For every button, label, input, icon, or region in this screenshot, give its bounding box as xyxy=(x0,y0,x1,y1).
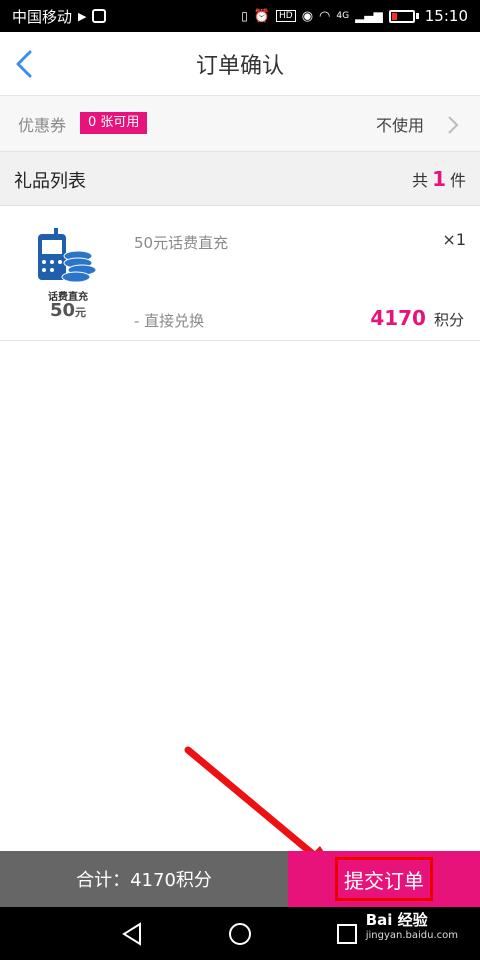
watermark-url: jingyan.baidu.com xyxy=(365,930,458,941)
status-bar: 中国移动 ▶ ▯ ⏰ HD ◉ ◠ 4G ▂▄▆ 15:10 xyxy=(0,0,480,32)
page-title: 订单确认 xyxy=(195,54,284,79)
gift-count-prefix: 共 xyxy=(412,171,429,190)
carrier-label: 中国移动 xyxy=(12,7,73,26)
gift-count: 共1件 xyxy=(412,167,466,191)
order-total: 合计：4170积分 xyxy=(0,851,288,907)
submit-order-button[interactable]: 提交订单 xyxy=(335,857,433,901)
clock: 15:10 xyxy=(424,7,468,25)
nav-back-icon[interactable] xyxy=(118,919,148,949)
alarm-icon: ⏰ xyxy=(253,8,270,24)
network-type-label: 4G xyxy=(336,11,350,21)
thumbnail-amount-value: 50 xyxy=(49,300,76,321)
baidu-jingyan-watermark: Bai 经验 jingyan.baidu.com xyxy=(366,909,458,941)
gift-list-header: 礼品列表 共1件 xyxy=(0,152,480,206)
nav-home-icon[interactable] xyxy=(225,919,255,949)
wifi-icon: ◠ xyxy=(319,8,331,24)
item-exchange-method: - 直接兑换 xyxy=(134,312,205,330)
watermark-brand: Bai 经验 xyxy=(365,911,428,929)
gift-count-number: 1 xyxy=(432,167,446,191)
submit-area[interactable]: 提交订单 xyxy=(288,851,480,907)
item-name: 50元话费直充 xyxy=(134,234,229,252)
item-quantity: ×1 xyxy=(442,230,466,249)
nav-recents-icon[interactable] xyxy=(332,919,362,949)
header: 订单确认 xyxy=(0,32,480,96)
thumbnail-amount-unit: 元 xyxy=(75,306,87,319)
coupon-available-badge: 0 张可用 xyxy=(80,112,148,134)
vibrate-icon: ▯ xyxy=(241,9,248,23)
app-notification-icon xyxy=(92,9,107,23)
thumbnail-amount: 50元 xyxy=(28,300,108,321)
system-nav-bar: Bai 经验 jingyan.baidu.com xyxy=(0,907,480,960)
item-points: 4170 xyxy=(370,306,426,330)
gift-count-suffix: 件 xyxy=(449,171,466,190)
coupon-value: 不使用 xyxy=(375,116,424,135)
gift-item-row[interactable]: 话费直充 50元 50元话费直充 ×1 - 直接兑换 4170 积分 xyxy=(0,206,480,341)
eye-icon: ◉ xyxy=(301,8,314,24)
chevron-right-icon xyxy=(448,116,459,134)
hd-icon: HD xyxy=(275,10,296,22)
checkout-bar: 合计：4170积分 提交订单 xyxy=(0,851,480,907)
signal-icon: ▂▄▆ xyxy=(355,9,383,23)
coupon-row[interactable]: 优惠券 0 张可用 不使用 xyxy=(0,96,480,152)
coupon-label: 优惠券 xyxy=(18,116,67,135)
item-price: 4170 积分 xyxy=(370,306,464,330)
product-thumbnail: 话费直充 50元 xyxy=(28,226,108,326)
gift-list-title: 礼品列表 xyxy=(14,171,86,192)
battery-icon xyxy=(388,9,419,23)
play-icon: ▶ xyxy=(78,9,87,23)
item-points-unit: 积分 xyxy=(433,311,464,329)
